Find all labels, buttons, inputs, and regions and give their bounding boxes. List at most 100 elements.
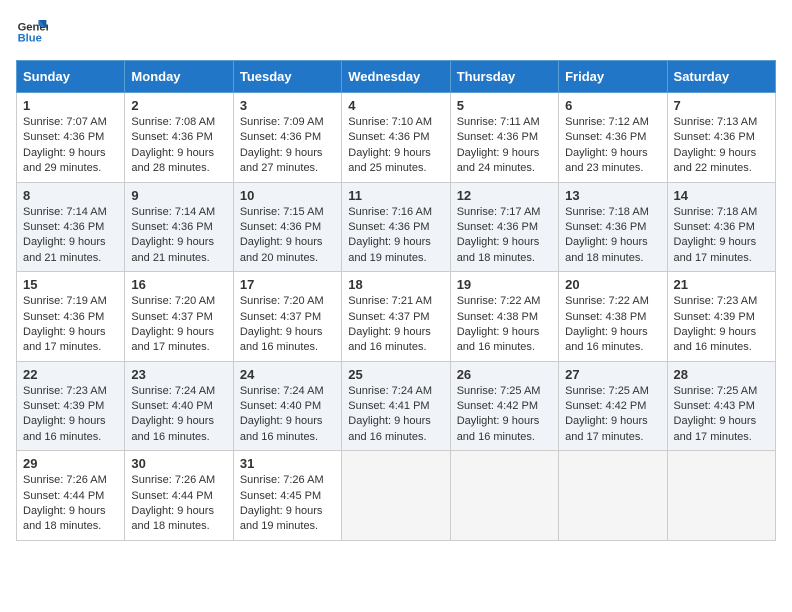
- day-number: 17: [240, 277, 335, 292]
- calendar-cell: 11Sunrise: 7:16 AMSunset: 4:36 PMDayligh…: [342, 182, 450, 272]
- day-info: Sunrise: 7:25 AMSunset: 4:42 PMDaylight:…: [565, 384, 660, 446]
- day-info: Sunrise: 7:14 AMSunset: 4:36 PMDaylight:…: [23, 205, 118, 267]
- day-number: 6: [565, 98, 660, 113]
- day-number: 1: [23, 98, 118, 113]
- calendar-cell: 20 Sunrise: 7:22 AMSunset: 4:38 PMDayligh…: [559, 272, 667, 362]
- calendar-week-row: 8 Sunrise: 7:14 AMSunset: 4:36 PMDaylight…: [17, 182, 776, 272]
- calendar-cell: 7 Sunrise: 7:13 AMSunset: 4:36 PMDaylight…: [667, 93, 775, 183]
- day-number: 28: [674, 367, 769, 382]
- header-friday: Friday: [559, 61, 667, 93]
- day-number: 4: [348, 98, 443, 113]
- page-header: General Blue: [16, 16, 776, 48]
- calendar-cell: 9 Sunrise: 7:14 AMSunset: 4:36 PMDaylight…: [125, 182, 233, 272]
- calendar-cell: 21 Sunrise: 7:23 AMSunset: 4:39 PMDayligh…: [667, 272, 775, 362]
- day-info: Sunrise: 7:25 AMSunset: 4:42 PMDaylight:…: [457, 384, 552, 446]
- day-number: 7: [674, 98, 769, 113]
- day-number: 14: [674, 188, 769, 203]
- calendar-week-row: 29 Sunrise: 7:26 AMSunset: 4:44 PMDayligh…: [17, 451, 776, 541]
- day-number: 5: [457, 98, 552, 113]
- day-number: 9: [131, 188, 226, 203]
- day-info: Sunrise: 7:08 AMSunset: 4:36 PMDaylight:…: [131, 115, 226, 177]
- day-number: 30: [131, 456, 226, 471]
- day-info: Sunrise: 7:24 AMSunset: 4:40 PMDaylight:…: [240, 384, 335, 446]
- header-tuesday: Tuesday: [233, 61, 341, 93]
- day-number: 11: [348, 188, 443, 203]
- calendar-cell: 22 Sunrise: 7:23 AMSunset: 4:39 PMDayligh…: [17, 361, 125, 451]
- day-info: Sunrise: 7:15 AMSunset: 4:36 PMDaylight:…: [240, 205, 335, 267]
- day-info: Sunrise: 7:23 AMSunset: 4:39 PMDaylight:…: [674, 294, 769, 356]
- day-number: 25: [348, 367, 443, 382]
- header-monday: Monday: [125, 61, 233, 93]
- day-info: Sunrise: 7:22 AMSunset: 4:38 PMDaylight:…: [457, 294, 552, 356]
- calendar-cell: 27Sunrise: 7:25 AMSunset: 4:42 PMDayligh…: [559, 361, 667, 451]
- calendar-week-row: 15 Sunrise: 7:19 AMSunset: 4:36 PMDayligh…: [17, 272, 776, 362]
- day-number: 29: [23, 456, 118, 471]
- day-info: Sunrise: 7:18 AMSunset: 4:36 PMDaylight:…: [674, 205, 769, 267]
- calendar-header-row: SundayMondayTuesdayWednesdayThursdayFrid…: [17, 61, 776, 93]
- day-number: 12: [457, 188, 552, 203]
- day-number: 24: [240, 367, 335, 382]
- calendar-cell: 3Sunrise: 7:09 AMSunset: 4:36 PMDaylight…: [233, 93, 341, 183]
- header-wednesday: Wednesday: [342, 61, 450, 93]
- calendar-cell: 24 Sunrise: 7:24 AMSunset: 4:40 PMDayligh…: [233, 361, 341, 451]
- day-info: Sunrise: 7:13 AMSunset: 4:36 PMDaylight:…: [674, 115, 769, 177]
- day-number: 2: [131, 98, 226, 113]
- day-info: Sunrise: 7:14 AMSunset: 4:36 PMDaylight:…: [131, 205, 226, 267]
- logo-icon: General Blue: [16, 16, 48, 48]
- calendar-cell: 29 Sunrise: 7:26 AMSunset: 4:44 PMDayligh…: [17, 451, 125, 541]
- day-info: Sunrise: 7:17 AMSunset: 4:36 PMDaylight:…: [457, 205, 552, 267]
- day-info: Sunrise: 7:25 AMSunset: 4:43 PMDaylight:…: [674, 384, 769, 446]
- day-number: 8: [23, 188, 118, 203]
- calendar-cell: [667, 451, 775, 541]
- day-number: 15: [23, 277, 118, 292]
- calendar-cell: [559, 451, 667, 541]
- calendar-week-row: 1Sunrise: 7:07 AMSunset: 4:36 PMDaylight…: [17, 93, 776, 183]
- day-number: 21: [674, 277, 769, 292]
- day-number: 3: [240, 98, 335, 113]
- header-thursday: Thursday: [450, 61, 558, 93]
- calendar-cell: 15 Sunrise: 7:19 AMSunset: 4:36 PMDayligh…: [17, 272, 125, 362]
- day-number: 20: [565, 277, 660, 292]
- calendar-cell: 25 Sunrise: 7:24 AMSunset: 4:41 PMDayligh…: [342, 361, 450, 451]
- day-info: Sunrise: 7:24 AMSunset: 4:41 PMDaylight:…: [348, 384, 443, 446]
- calendar-cell: [342, 451, 450, 541]
- calendar-cell: 2 Sunrise: 7:08 AMSunset: 4:36 PMDaylight…: [125, 93, 233, 183]
- calendar-cell: [450, 451, 558, 541]
- calendar-cell: 13 Sunrise: 7:18 AMSunset: 4:36 PMDayligh…: [559, 182, 667, 272]
- calendar-cell: 12 Sunrise: 7:17 AMSunset: 4:36 PMDayligh…: [450, 182, 558, 272]
- calendar-cell: 17 Sunrise: 7:20 AMSunset: 4:37 PMDayligh…: [233, 272, 341, 362]
- calendar-cell: 18 Sunrise: 7:21 AMSunset: 4:37 PMDayligh…: [342, 272, 450, 362]
- calendar-cell: 31 Sunrise: 7:26 AMSunset: 4:45 PMDayligh…: [233, 451, 341, 541]
- calendar-cell: 14 Sunrise: 7:18 AMSunset: 4:36 PMDayligh…: [667, 182, 775, 272]
- day-number: 16: [131, 277, 226, 292]
- calendar-cell: 28 Sunrise: 7:25 AMSunset: 4:43 PMDayligh…: [667, 361, 775, 451]
- day-number: 26: [457, 367, 552, 382]
- calendar-cell: 26 Sunrise: 7:25 AMSunset: 4:42 PMDayligh…: [450, 361, 558, 451]
- day-number: 13: [565, 188, 660, 203]
- day-info: Sunrise: 7:20 AMSunset: 4:37 PMDaylight:…: [131, 294, 226, 356]
- calendar-cell: 5 Sunrise: 7:11 AMSunset: 4:36 PMDaylight…: [450, 93, 558, 183]
- day-number: 23: [131, 367, 226, 382]
- day-info: Sunrise: 7:18 AMSunset: 4:36 PMDaylight:…: [565, 205, 660, 267]
- day-info: Sunrise: 7:23 AMSunset: 4:39 PMDaylight:…: [23, 384, 118, 446]
- day-info: Sunrise: 7:22 AMSunset: 4:38 PMDaylight:…: [565, 294, 660, 356]
- day-info: Sunrise: 7:11 AMSunset: 4:36 PMDaylight:…: [457, 115, 552, 177]
- day-info: Sunrise: 7:19 AMSunset: 4:36 PMDaylight:…: [23, 294, 118, 356]
- day-info: Sunrise: 7:20 AMSunset: 4:37 PMDaylight:…: [240, 294, 335, 356]
- day-number: 10: [240, 188, 335, 203]
- calendar-cell: 1Sunrise: 7:07 AMSunset: 4:36 PMDaylight…: [17, 93, 125, 183]
- day-info: Sunrise: 7:24 AMSunset: 4:40 PMDaylight:…: [131, 384, 226, 446]
- calendar-week-row: 22 Sunrise: 7:23 AMSunset: 4:39 PMDayligh…: [17, 361, 776, 451]
- day-info: Sunrise: 7:12 AMSunset: 4:36 PMDaylight:…: [565, 115, 660, 177]
- calendar-cell: 19 Sunrise: 7:22 AMSunset: 4:38 PMDayligh…: [450, 272, 558, 362]
- day-number: 18: [348, 277, 443, 292]
- day-info: Sunrise: 7:26 AMSunset: 4:45 PMDaylight:…: [240, 473, 335, 535]
- day-number: 31: [240, 456, 335, 471]
- day-info: Sunrise: 7:26 AMSunset: 4:44 PMDaylight:…: [131, 473, 226, 535]
- day-info: Sunrise: 7:26 AMSunset: 4:44 PMDaylight:…: [23, 473, 118, 535]
- day-number: 22: [23, 367, 118, 382]
- svg-text:Blue: Blue: [18, 33, 42, 45]
- day-info: Sunrise: 7:10 AMSunset: 4:36 PMDaylight:…: [348, 115, 443, 177]
- day-info: Sunrise: 7:21 AMSunset: 4:37 PMDaylight:…: [348, 294, 443, 356]
- day-number: 19: [457, 277, 552, 292]
